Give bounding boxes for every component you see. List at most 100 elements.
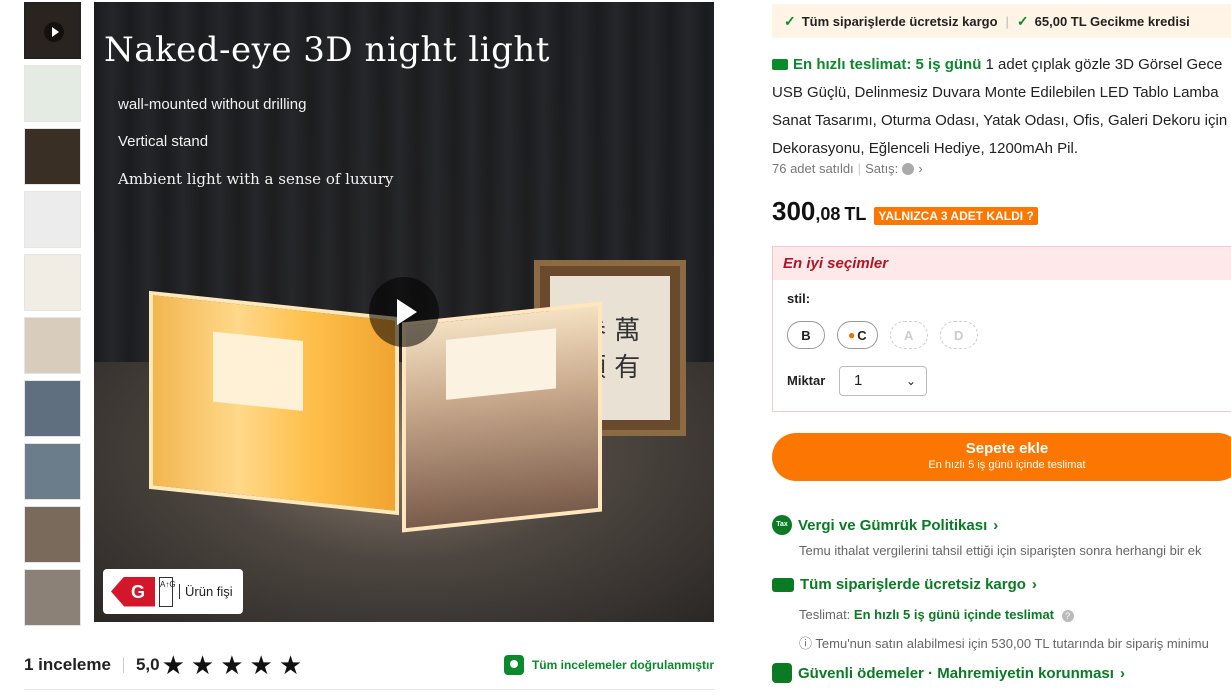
free-shipping-title: Tüm siparişlerde ücretsiz kargo [800,576,1026,593]
divider: | [1005,13,1009,29]
quantity-select[interactable]: 1 ⌄ [839,366,927,396]
secure-payment-link[interactable]: Güvenli ödemeler · Mahremiyetin korunmas… [772,663,1125,683]
lamp-right [402,301,602,533]
chevron-right-icon: › [993,516,999,534]
tax-policy-link[interactable]: Tax Vergi ve Gümrük Politikası › [772,515,998,535]
quantity-value: 1 [854,372,863,389]
divider [24,689,714,690]
product-title: En hızlı teslimat: 5 iş günü 1 adet çıpl… [772,51,1231,163]
free-shipping-link[interactable]: Tüm siparişlerde ücretsiz kargo › [772,576,1037,593]
add-to-cart-sub: En hızlı 5 iş günü içinde teslimat [928,459,1086,471]
question-icon[interactable]: ? [1061,610,1074,622]
style-options: B ● C A D [787,321,990,349]
video-play-button[interactable] [369,277,439,347]
title-line-3: Sanat Tasarımı, Oturma Odası, Yatak Odas… [772,112,1228,129]
title-line-4: Dekorasyonu, Eğlenceli Hediye, 1200mAh P… [772,140,1078,157]
sold-count: 76 adet satıldı [772,161,854,176]
star-icon: ★ [249,650,273,680]
sales-info: 76 adet satıldı | Satış: › [772,161,923,176]
thumbnail-image [25,570,80,625]
thumbnail-item[interactable] [24,569,81,626]
hero-feature-1: wall-mounted without drilling [118,96,307,113]
thumbnail-item[interactable] [24,317,81,374]
shield-check-icon [772,663,792,683]
fire-icon: ● [848,328,856,342]
hero-feature-2: Vertical stand [118,133,209,150]
truck-icon [772,59,788,70]
thumbnail-item[interactable] [24,2,81,59]
thumbnail-image [25,444,80,499]
seller-label: Satış: [865,161,899,176]
add-to-cart-button[interactable]: Sepete ekle En hızlı 5 iş günü içinde te… [772,433,1231,481]
review-summary: 1 inceleme 5,0 ★ ★ ★ ★ ★ Tüm incelemeler doğ… [24,648,714,682]
star-icon: ★ [220,650,244,680]
chevron-down-icon: ⌄ [905,374,916,388]
rating-stars: ★ ★ ★ ★ ★ [162,652,309,678]
thumbnail-item[interactable] [24,128,81,185]
delivery-info: Teslimat: En hızlı 5 iş günü içinde tesl… [799,607,1074,622]
minimum-order-note: ⓘ Temu'nun satın alabilmesi için 530,00 … [799,636,1209,651]
thumbnail-item[interactable] [24,191,81,248]
review-count[interactable]: 1 inceleme [24,655,111,675]
title-line-2: USB Güçlü, Delinmesiz Duvara Monte Edile… [772,84,1219,101]
play-icon [44,22,64,42]
thumbnail-image [25,507,80,562]
thumbnail-image [25,381,80,436]
product-main-image[interactable]: Naked-eye 3D night light wall-mounted wi… [94,2,714,622]
thumbnail-image [25,255,80,310]
hero-title: Naked-eye 3D night light [104,30,550,70]
thumbnail-list [24,2,82,632]
options-panel: En iyi seçimler stil: B ● C A D Miktar 1 ⌄ [772,246,1231,412]
shield-icon [503,655,524,675]
review-score: 5,0 [135,655,160,674]
price-row: 300 ,08 TL YALNIZCA 3 ADET KALDI ? [772,196,1038,227]
style-option-a[interactable]: A [889,321,928,349]
hero-feature-3: Ambient light with a sense of luxury [118,170,394,188]
star-icon: ★ [161,650,185,680]
price-currency: TL [844,204,867,224]
star-icon: ★ [278,650,303,680]
divider [122,657,124,673]
chevron-right-icon: › [1031,576,1037,593]
fastest-delivery: En hızlı teslimat: 5 iş günü [793,56,982,73]
tax-icon: Tax [772,515,792,535]
style-option-d[interactable]: D [939,321,978,349]
best-picks-header: En iyi seçimler [773,247,1231,280]
add-to-cart-label: Sepete ekle [965,440,1049,457]
thumbnail-item[interactable] [24,65,81,122]
thumbnail-image [25,129,80,184]
thumbnail-item[interactable] [24,254,81,311]
thumbnail-image [25,192,80,247]
chevron-right-icon[interactable]: › [918,161,922,176]
tax-policy-title: Vergi ve Gümrük Politikası [798,516,988,534]
free-shipping-text: Tüm siparişlerde ücretsiz kargo [801,13,998,29]
question-icon: ? [1026,209,1034,223]
energy-label-button[interactable]: G A↑G Ürün fişi [103,569,243,614]
delivery-label: Teslimat: [799,607,851,622]
thumbnail-item[interactable] [24,506,81,563]
delivery-value: En hızlı 5 iş günü içinde teslimat [853,607,1055,622]
star-icon: ★ [190,650,215,680]
shipping-benefits-strip[interactable]: ✓ Tüm siparişlerde ücretsiz kargo | ✓ 65… [772,4,1231,38]
thumbnail-item[interactable] [24,443,81,500]
check-icon: ✓ [784,12,796,29]
check-icon: ✓ [1016,12,1029,29]
price-decimal: ,08 [815,204,841,224]
truck-icon [772,577,794,592]
style-option-b[interactable]: B [787,321,825,349]
lamp-left [149,290,399,516]
thumbnail-item[interactable] [24,380,81,437]
divider: | [857,161,862,176]
secure-payment-title: Güvenli ödemeler · Mahremiyetin korunmas… [798,664,1114,682]
chevron-right-icon: › [1119,664,1125,682]
verified-reviews[interactable]: Tüm incelemeler doğrulanmıştır [503,655,714,675]
seller-avatar-icon[interactable] [902,162,915,175]
price-main: 300 [772,196,816,226]
product-sheet-label: Ürün fişi [179,584,233,599]
style-option-c[interactable]: ● C [837,321,878,349]
thumbnail-image [25,66,80,121]
tax-policy-text: Temu ithalat vergilerini tahsil ettiği i… [799,543,1202,558]
quantity-label: Miktar [787,373,826,388]
stock-badge[interactable]: YALNIZCA 3 ADET KALDI ? [874,207,1038,225]
style-label: stil: [787,291,811,306]
